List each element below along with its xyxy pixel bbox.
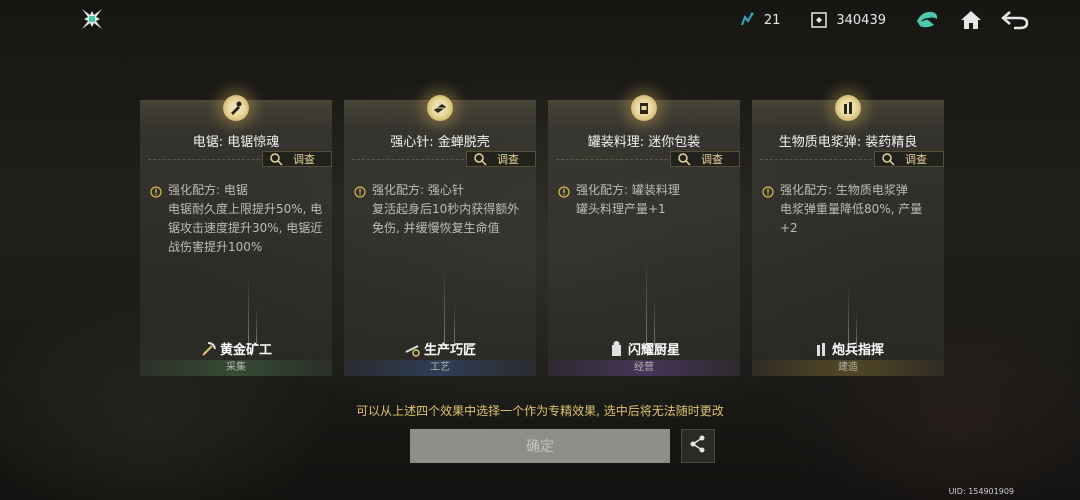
role-label: 黄金矿工 [140, 339, 332, 358]
currency-value: 340439 [836, 12, 886, 28]
exclamation-icon [558, 185, 570, 198]
selection-notice: 可以从上述四个效果中选择一个作为专精效果, 选中后将无法随时更改 [356, 404, 724, 418]
inspect-button[interactable]: 调查 [262, 151, 332, 167]
light-beam [848, 286, 849, 346]
category-label: 经营 [548, 360, 740, 376]
specialization-card-syringe[interactable]: 强心针: 金蝉脱壳 调查 强化配方: 强心针 复活起身后10秒内获得额外免伤, … [344, 95, 536, 376]
role-label: 闪耀厨星 [548, 339, 740, 358]
shell-icon [835, 95, 861, 121]
pickaxe-icon [200, 340, 218, 358]
card-title: 生物质电浆弹: 装药精良 [778, 135, 918, 150]
magnifier-icon [677, 152, 691, 166]
exclamation-icon [762, 185, 774, 198]
energy-icon [738, 11, 756, 29]
role-label: 炮兵指挥 [752, 339, 944, 358]
card-title: 罐装料理: 迷你包装 [587, 135, 701, 150]
card-title: 电锯: 电锯惊魂 [192, 135, 280, 150]
category-label: 采集 [140, 360, 332, 376]
energy-value: 21 [763, 12, 781, 28]
syringe-icon [427, 95, 453, 121]
faction-emblem-icon[interactable] [912, 5, 942, 35]
currency-resource: 340439 [810, 11, 886, 29]
light-beam [444, 266, 445, 346]
magnifier-icon [881, 152, 895, 166]
specialization-card-plasma-shell[interactable]: 生物质电浆弹: 装药精良 调查 强化配方: 生物质电浆弹 电浆弹重量降低80%,… [752, 95, 944, 376]
specialization-card-chainsaw[interactable]: 电锯: 电锯惊魂 调查 强化配方: 电锯 电锯耐久度上限提升50%, 电锯攻击速… [140, 95, 332, 376]
card-title: 强心针: 金蝉脱壳 [390, 135, 490, 150]
shuriken-logo-icon [80, 7, 104, 31]
inspect-button[interactable]: 调查 [670, 151, 740, 167]
light-beam [248, 276, 249, 346]
recipe-description: 强化配方: 强心针 复活起身后10秒内获得额外免伤, 并缓慢恢复生命值 [354, 181, 528, 238]
inspect-button[interactable]: 调查 [466, 151, 536, 167]
energy-resource: 21 [738, 11, 781, 29]
artillery-shell-icon [812, 340, 830, 358]
exclamation-icon [354, 185, 366, 198]
chef-icon [608, 340, 626, 358]
wrench-gear-icon [404, 340, 422, 358]
inspect-button[interactable]: 调查 [874, 151, 944, 167]
header-resources: 21 340439 [738, 6, 1030, 34]
user-id: UID: 154901909 [948, 487, 1014, 496]
magnifier-icon [269, 152, 283, 166]
magnifier-icon [473, 152, 487, 166]
recipe-description: 强化配方: 电锯 电锯耐久度上限提升50%, 电锯攻击速度提升30%, 电锯近战… [150, 181, 324, 257]
recipe-description: 强化配方: 罐装料理 罐头料理产量+1 [558, 181, 732, 219]
share-button[interactable] [681, 429, 715, 463]
light-beam [646, 256, 647, 346]
back-icon[interactable] [1000, 5, 1030, 35]
confirm-button[interactable]: 确定 [410, 429, 670, 463]
exclamation-icon [150, 185, 162, 198]
home-icon[interactable] [956, 5, 986, 35]
role-label: 生产巧匠 [344, 339, 536, 358]
canned-food-icon [631, 95, 657, 121]
specialization-card-canned-food[interactable]: 罐装料理: 迷你包装 调查 强化配方: 罐装料理 罐头料理产量+1 闪耀厨星 经… [548, 95, 740, 376]
category-label: 工艺 [344, 360, 536, 376]
category-label: 建造 [752, 360, 944, 376]
share-icon [688, 434, 708, 458]
recipe-description: 强化配方: 生物质电浆弹 电浆弹重量降低80%, 产量+2 [762, 181, 936, 238]
currency-icon [810, 11, 828, 29]
chainsaw-icon [223, 95, 249, 121]
